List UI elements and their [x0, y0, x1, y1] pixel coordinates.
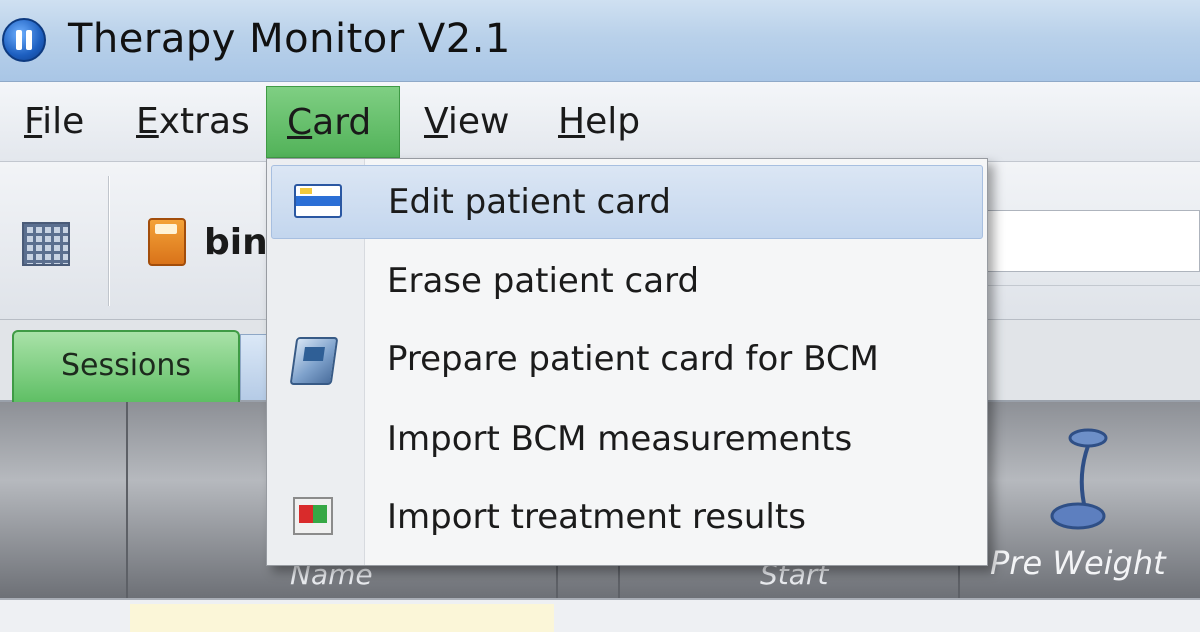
menu-file-rest: ile — [42, 101, 85, 142]
patient-card-icon[interactable] — [148, 218, 186, 266]
menu-extras-rest: xtras — [158, 101, 250, 142]
toolbar-input-field[interactable] — [985, 210, 1200, 272]
calendar-grid-icon[interactable] — [22, 222, 70, 266]
menu-item-label: Erase patient card — [387, 261, 700, 301]
menu-item-import-treatment-results[interactable]: Import treatment results — [271, 481, 983, 555]
toolbar-label[interactable]: bin — [204, 222, 268, 263]
menu-item-import-bcm-measurements[interactable]: Import BCM measurements — [271, 403, 983, 477]
menu-item-prepare-card-bcm[interactable]: Prepare patient card for BCM — [271, 323, 983, 397]
column-header-pre-weight[interactable]: Pre Weight — [990, 544, 1166, 582]
window-title: Therapy Monitor V2.1 — [68, 16, 511, 62]
menu-help-accel: H — [558, 101, 586, 142]
menu-card[interactable]: Card — [266, 86, 400, 158]
menu-view[interactable]: View — [404, 86, 529, 158]
menu-extras[interactable]: Extras — [116, 86, 270, 158]
tab-sessions[interactable]: Sessions — [12, 330, 240, 402]
bcm-device-icon — [289, 337, 339, 385]
patient-card-icon — [294, 184, 342, 218]
toolbar-divider — [985, 285, 1200, 286]
menu-item-label: Import BCM measurements — [387, 419, 853, 459]
menu-item-edit-patient-card[interactable]: Edit patient card — [271, 165, 983, 239]
menu-help[interactable]: Help — [538, 86, 660, 158]
import-results-icon — [293, 497, 333, 535]
menu-card-rest: ard — [312, 102, 372, 143]
menu-item-erase-patient-card[interactable]: Erase patient card — [271, 245, 983, 319]
app-icon[interactable] — [2, 18, 46, 62]
menu-item-label: Import treatment results — [387, 497, 806, 537]
menu-file[interactable]: File — [4, 86, 104, 158]
card-dropdown-menu: Edit patient card Erase patient card Pre… — [266, 158, 988, 566]
menu-view-accel: V — [424, 101, 448, 142]
menu-item-label: Edit patient card — [388, 182, 671, 222]
weight-scale-icon — [1050, 428, 1108, 530]
menu-file-accel: F — [24, 101, 43, 142]
table-cell-selected[interactable] — [130, 604, 554, 632]
menu-view-rest: iew — [447, 101, 510, 142]
menu-card-accel: C — [287, 102, 313, 143]
toolbar-separator — [108, 176, 110, 306]
menu-item-label: Prepare patient card for BCM — [387, 339, 879, 379]
title-bar: Therapy Monitor V2.1 — [0, 0, 1200, 82]
menu-extras-accel: E — [136, 101, 159, 142]
menu-bar: File Extras Card View Help — [0, 82, 1200, 162]
menu-help-rest: elp — [585, 101, 641, 142]
